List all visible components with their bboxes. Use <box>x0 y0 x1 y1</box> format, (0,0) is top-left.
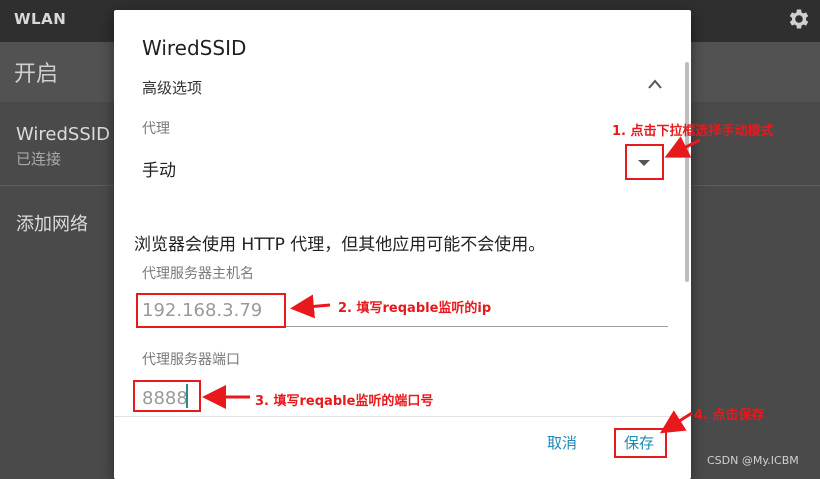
app-title: WLAN <box>14 10 67 28</box>
proxy-label: 代理 <box>142 121 170 137</box>
advanced-options-toggle[interactable]: 高级选项 <box>142 77 202 98</box>
network-name: WiredSSID <box>16 124 110 145</box>
add-network-item[interactable]: 添加网络 <box>16 210 88 236</box>
highlight-dropdown <box>625 144 664 180</box>
gear-icon[interactable] <box>786 6 812 32</box>
chevron-up-icon[interactable] <box>647 78 663 90</box>
proxy-host-label: 代理服务器主机名 <box>142 266 254 282</box>
highlight-port-input <box>133 380 201 412</box>
annotation-step-1: 1. 点击下拉框选择手动模式 <box>612 124 774 139</box>
dialog-scrollbar[interactable] <box>685 62 689 282</box>
annotation-step-4: 4. 点击保存 <box>694 408 765 423</box>
network-status: 已连接 <box>16 150 62 168</box>
proxy-note: 浏览器会使用 HTTP 代理，但其他应用可能不会使用。 <box>134 235 546 255</box>
proxy-mode-select[interactable]: 手动 <box>142 156 176 181</box>
dialog-title: WiredSSID <box>142 36 247 60</box>
annotation-step-2: 2. 填写reqable监听的ip <box>338 301 492 316</box>
cancel-button[interactable]: 取消 <box>547 432 577 453</box>
switch-label: 开启 <box>14 62 59 87</box>
proxy-port-label: 代理服务器端口 <box>142 352 240 368</box>
highlight-host-input <box>136 293 286 328</box>
watermark: CSDN @My.ICBM <box>707 454 799 467</box>
dialog-footer-divider <box>114 416 691 417</box>
annotation-step-3: 3. 填写reqable监听的端口号 <box>255 394 434 409</box>
highlight-save-button <box>614 428 667 458</box>
